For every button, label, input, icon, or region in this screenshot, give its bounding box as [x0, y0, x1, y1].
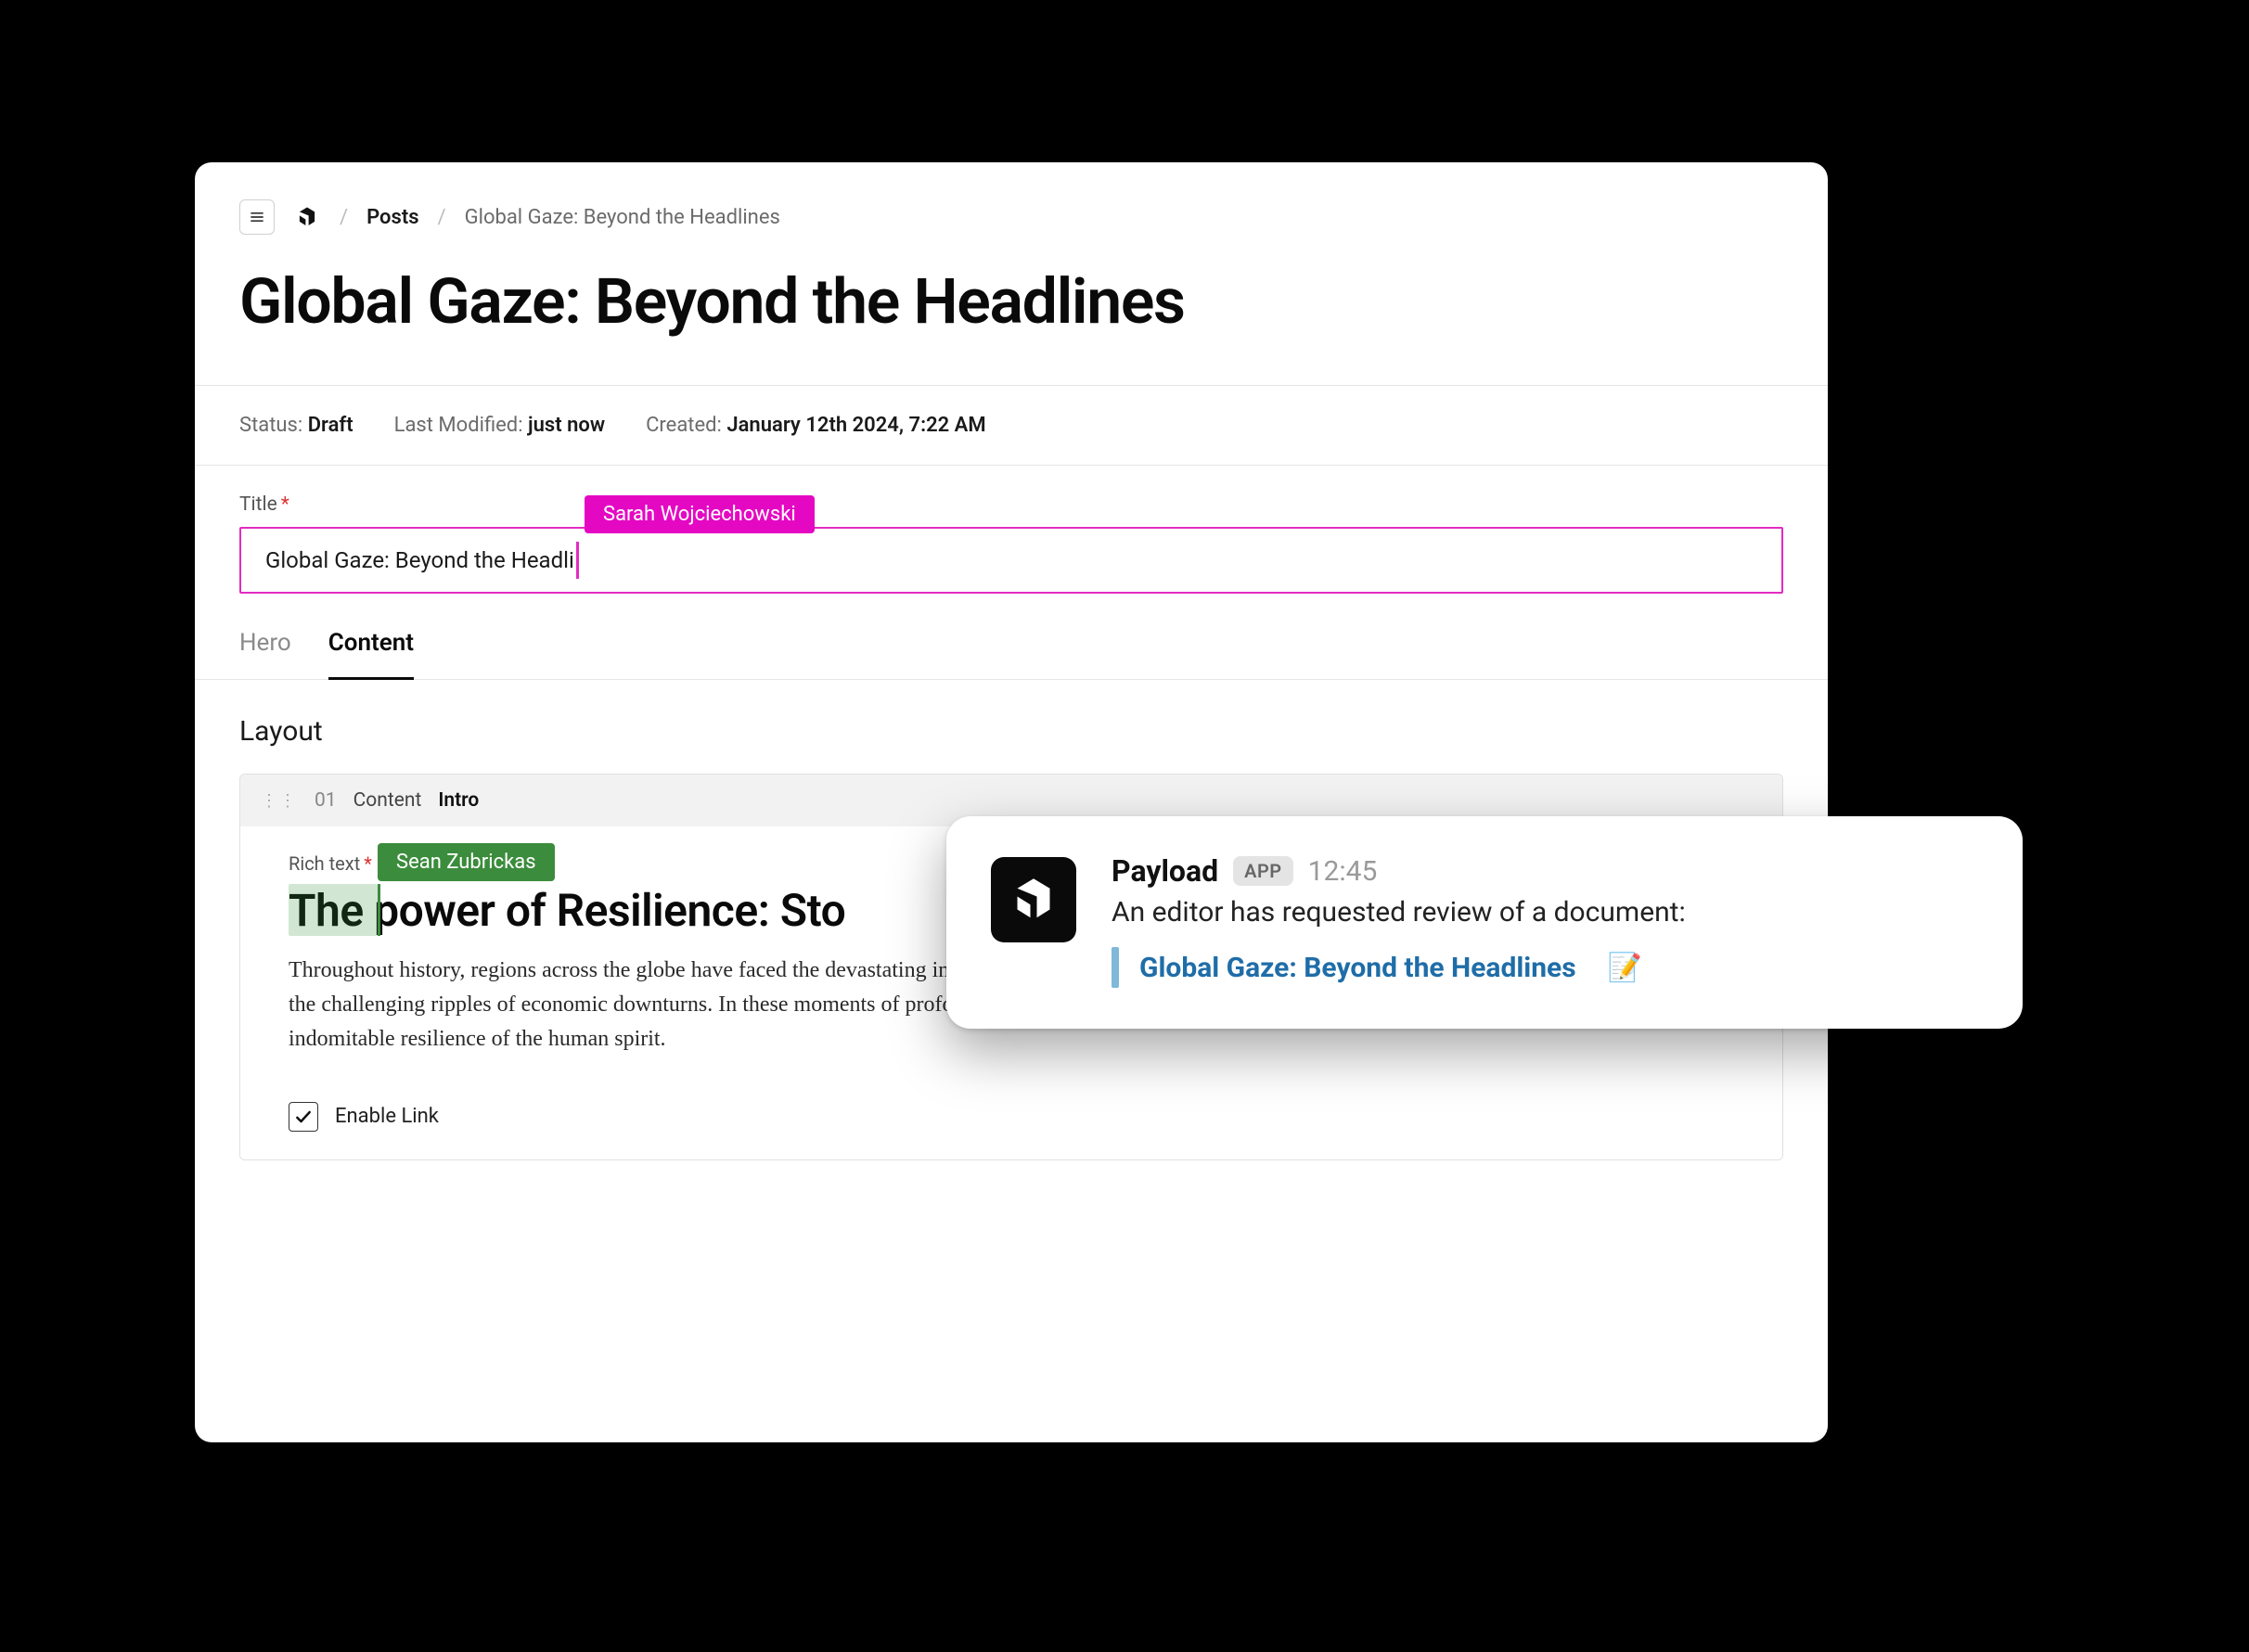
memo-icon: 📝 [1608, 952, 1642, 984]
toast-app-icon [991, 857, 1076, 942]
toast-app-badge: APP [1233, 856, 1293, 886]
top-bar: / Posts / Global Gaze: Beyond the Headli… [195, 199, 1828, 264]
meta-modified-label: Last Modified: [394, 414, 523, 437]
drag-handle-icon[interactable]: ⋮⋮ [261, 791, 298, 811]
breadcrumb-separator: / [438, 206, 446, 229]
form-area: Title * Global Gaze: Beyond the Headli S… [195, 466, 1828, 594]
required-asterisk: * [281, 493, 289, 516]
toast-header: Payload APP 12:45 [1112, 853, 1978, 889]
toast-document-link[interactable]: Global Gaze: Beyond the Headlines [1139, 952, 1576, 984]
breadcrumb-posts[interactable]: Posts [366, 206, 418, 229]
toast-link-row: Global Gaze: Beyond the Headlines 📝 [1112, 947, 1978, 988]
collaborator-cursor [378, 884, 380, 936]
payload-logo-icon [295, 205, 319, 229]
toast-time: 12:45 [1308, 855, 1378, 888]
check-icon [294, 1108, 313, 1126]
required-asterisk: * [364, 852, 372, 875]
meta-modified-value: just now [528, 414, 605, 437]
document-meta: Status: Draft Last Modified: just now Cr… [195, 386, 1828, 465]
richtext-label-text: Rich text [289, 852, 360, 875]
breadcrumb-current: Global Gaze: Beyond the Headlines [465, 206, 780, 229]
layout-section-heading: Layout [195, 680, 1828, 774]
quote-bar [1112, 947, 1119, 988]
title-input-value: Global Gaze: Beyond the Headli [265, 547, 574, 573]
page-title: Global Gaze: Beyond the Headlines [195, 264, 1828, 385]
richtext-heading: The power of Resilience: Sto [289, 884, 845, 937]
breadcrumb-separator: / [340, 206, 348, 229]
title-label-text: Title [239, 493, 277, 516]
enable-link-label: Enable Link [335, 1105, 439, 1128]
meta-status: Status: Draft [239, 414, 353, 437]
meta-modified: Last Modified: just now [394, 414, 605, 437]
block-index: 01 [315, 789, 337, 812]
meta-created-label: Created: [646, 414, 722, 437]
toast-message: An editor has requested review of a docu… [1112, 896, 1978, 928]
title-field-label: Title * [239, 493, 1783, 516]
tab-hero[interactable]: Hero [239, 629, 291, 679]
tab-content[interactable]: Content [328, 629, 414, 680]
meta-created: Created: January 12th 2024, 7:22 AM [646, 414, 986, 437]
block-type: Content [353, 789, 422, 812]
tabs: Hero Content [195, 594, 1828, 680]
richtext-heading-wrap[interactable]: Sean Zubrickas The power of Resilience: … [289, 884, 845, 937]
payload-logo-icon [1008, 874, 1060, 926]
logo-home-link[interactable] [293, 203, 321, 231]
menu-button[interactable] [239, 199, 275, 235]
toast-body: Payload APP 12:45 An editor has requeste… [1112, 853, 1978, 988]
title-input[interactable]: Global Gaze: Beyond the Headli Sarah Woj… [239, 527, 1783, 594]
hamburger-icon [248, 208, 266, 226]
cms-editor-panel: / Posts / Global Gaze: Beyond the Headli… [195, 162, 1828, 1442]
collaborator-cursor-label: Sean Zubrickas [378, 843, 555, 881]
enable-link-checkbox[interactable] [289, 1102, 318, 1132]
meta-status-label: Status: [239, 414, 302, 437]
block-name: Intro [438, 789, 479, 812]
collaborator-cursor-label: Sarah Wojciechowski [585, 495, 815, 533]
meta-created-value: January 12th 2024, 7:22 AM [726, 414, 985, 437]
notification-toast[interactable]: Payload APP 12:45 An editor has requeste… [946, 816, 2023, 1029]
meta-status-value: Draft [308, 414, 353, 437]
text-cursor [576, 542, 579, 579]
toast-app-name: Payload [1112, 853, 1218, 889]
enable-link-row: Enable Link [289, 1102, 1734, 1132]
